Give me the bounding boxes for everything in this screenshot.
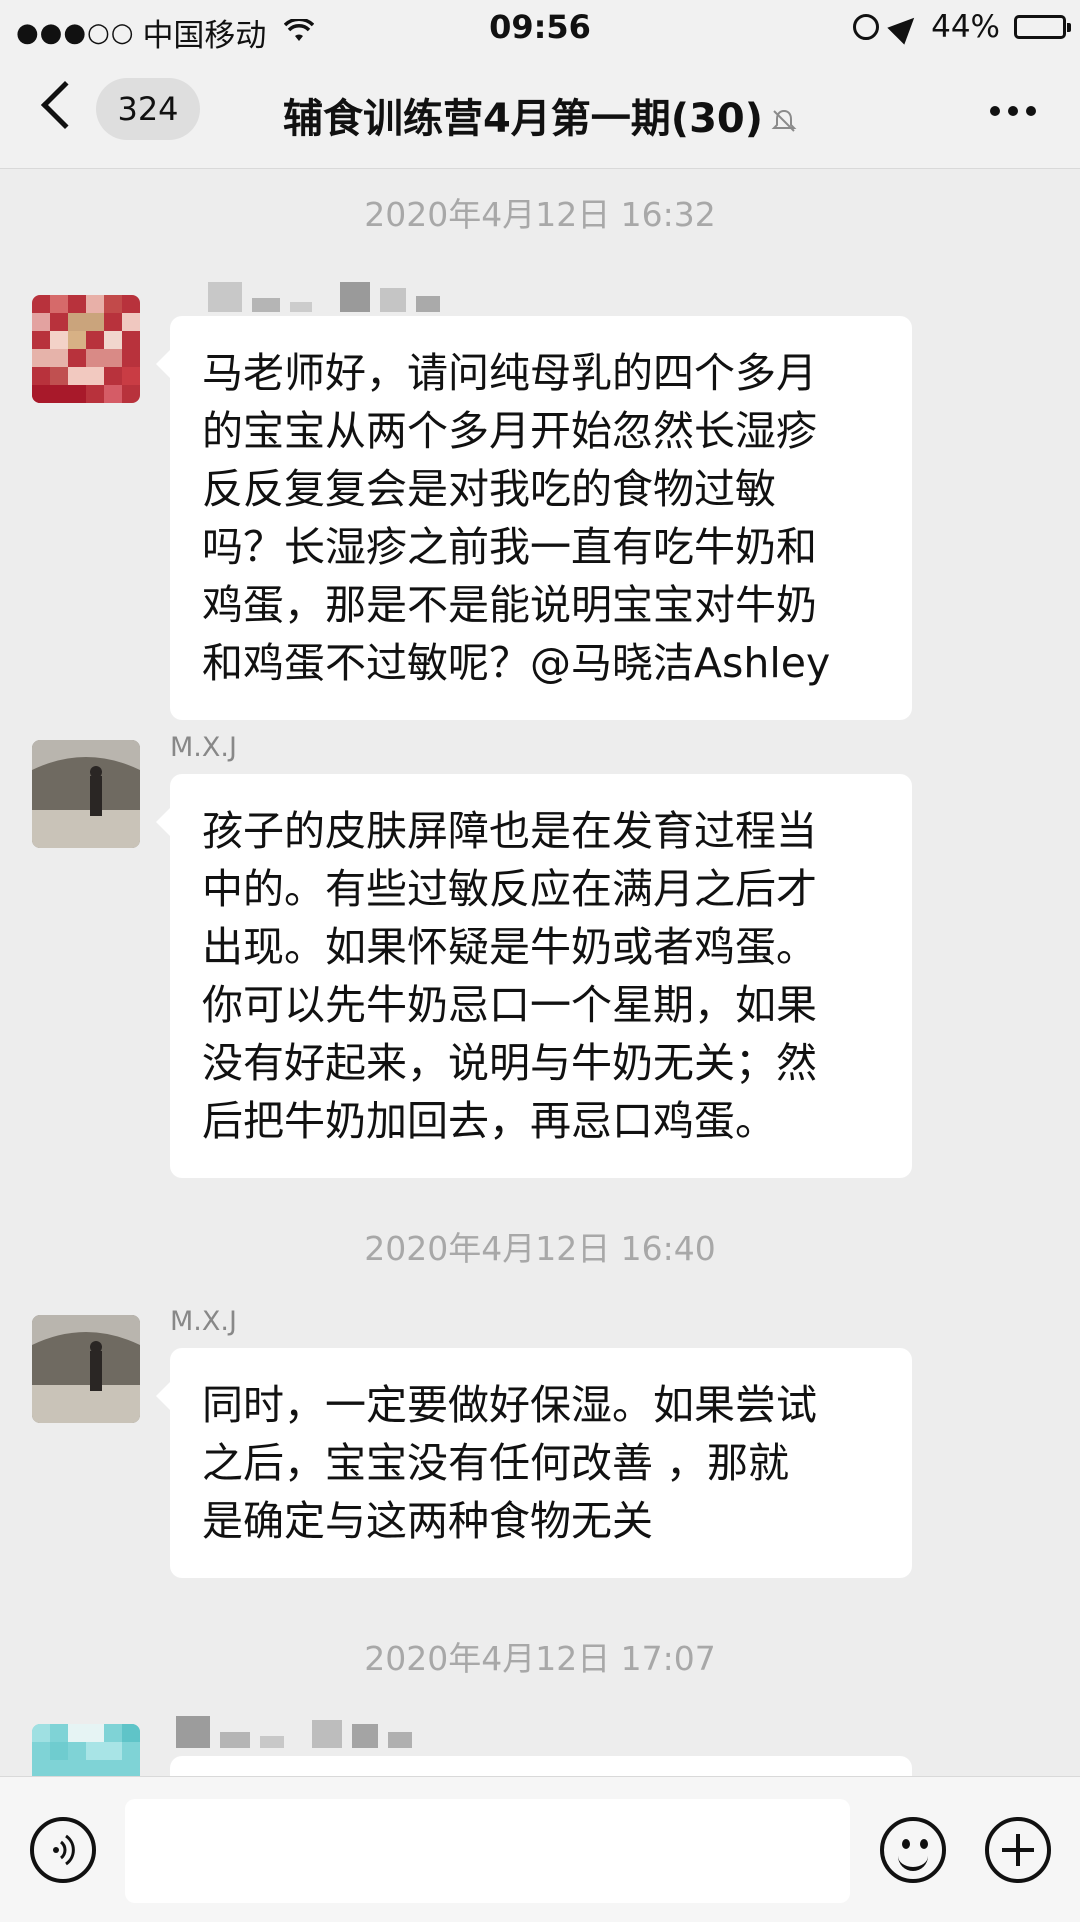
message-timestamp: 2020年4月12日 16:40: [364, 1229, 716, 1268]
location-icon: [887, 9, 923, 45]
message-timestamp: 2020年4月12日 17:07: [364, 1639, 716, 1678]
avatar[interactable]: [32, 295, 140, 403]
chat-title: 辅食训练营4月第一期(30): [200, 86, 880, 144]
message-bubble[interactable]: 同时，一定要做好保湿。如果尝试 之后，宝宝没有任何改善 ，那就 是确定与这两种食…: [156, 1348, 912, 1578]
chat-input-bar: [0, 1776, 1080, 1922]
emoji-icon[interactable]: [880, 1817, 946, 1883]
avatar[interactable]: [32, 740, 140, 848]
orientation-lock-icon: [853, 14, 880, 40]
sender-name: M.X.J: [170, 732, 237, 763]
message-bubble[interactable]: 马老师好，请问纯母乳的四个多月 的宝宝从两个多月开始忽然长湿疹 反反复复会是对我…: [156, 316, 912, 720]
unread-count-badge[interactable]: 324: [96, 78, 200, 140]
message-timestamp: 2020年4月12日 16:32: [364, 195, 716, 234]
add-attachment-icon[interactable]: [985, 1817, 1051, 1883]
more-options-icon[interactable]: [990, 106, 1036, 116]
message-bubble[interactable]: 孩子的皮肤屏障也是在发育过程当 中的。有些过敏反应在满月之后才 出现。如果怀疑是…: [156, 774, 912, 1178]
sender-name-blurred: [176, 1714, 412, 1748]
avatar[interactable]: [32, 1724, 140, 1776]
mute-bell-icon: [771, 109, 797, 132]
message-bubble-partial[interactable]: [156, 1756, 912, 1818]
status-bar: ●●●○○ 中国移动 09:56 44%: [0, 0, 1080, 58]
chat-header: 324 辅食训练营4月第一期(30): [0, 58, 1080, 169]
chat-title-text: 辅食训练营4月第一期(30): [282, 96, 764, 142]
sender-name: M.X.J: [170, 1306, 237, 1337]
battery-icon: [1014, 15, 1071, 39]
battery-percent: 44%: [931, 9, 1000, 45]
sender-name-blurred: [208, 278, 440, 312]
message-input[interactable]: [125, 1799, 850, 1903]
voice-input-icon[interactable]: [30, 1817, 96, 1883]
avatar[interactable]: [32, 1315, 140, 1423]
back-icon[interactable]: [40, 80, 90, 130]
